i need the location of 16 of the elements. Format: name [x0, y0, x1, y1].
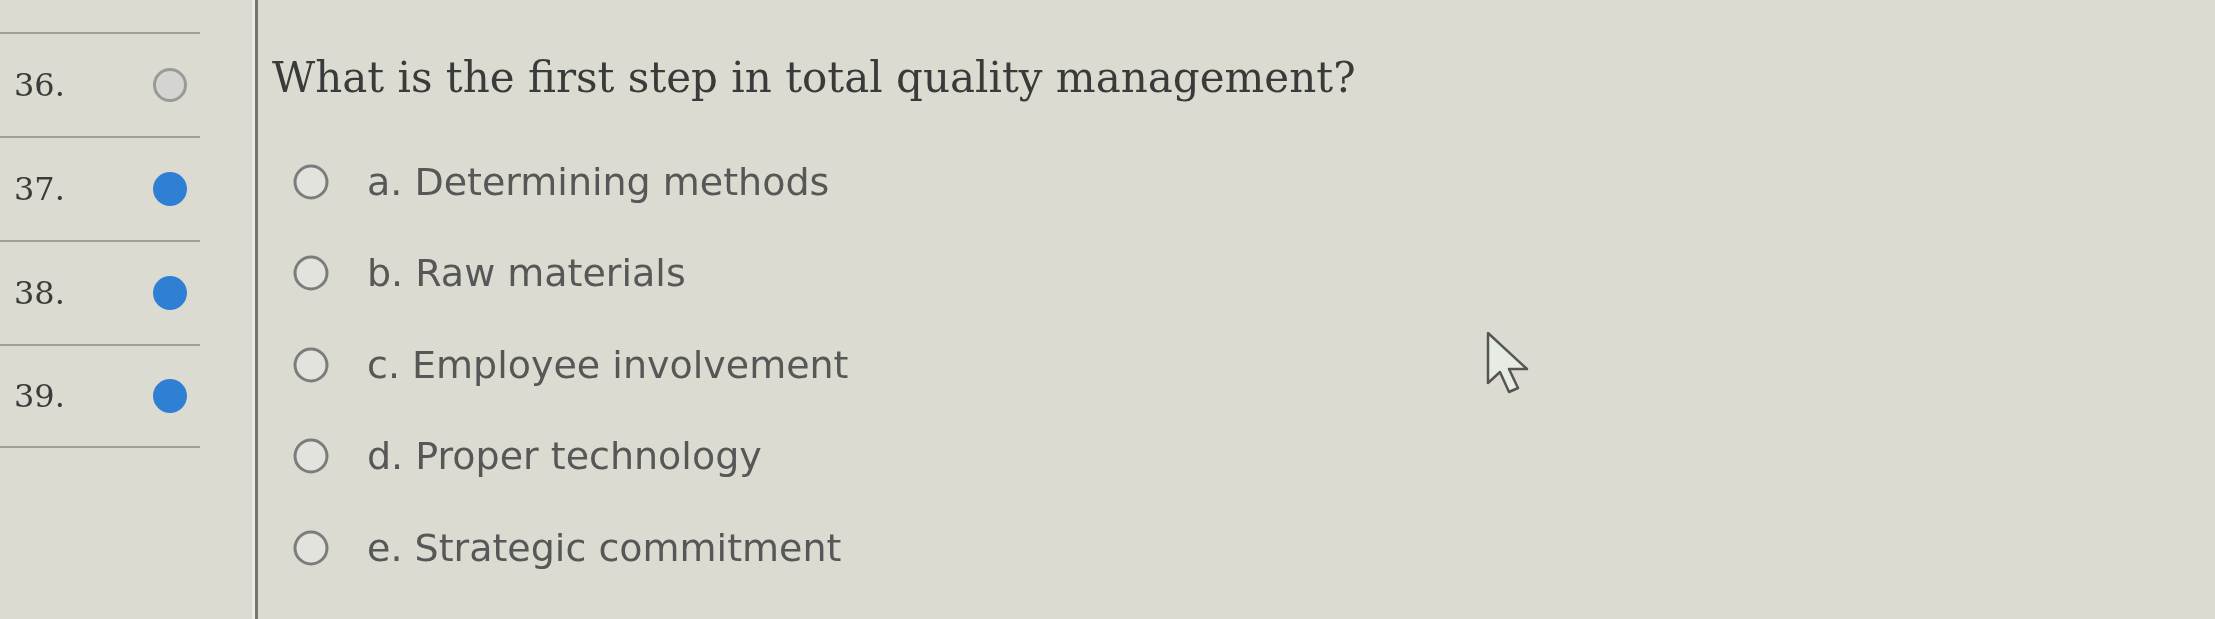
radio-button[interactable] [293, 255, 329, 292]
option-label[interactable]: c. Employee involvement [367, 341, 849, 388]
option-label[interactable]: d. Proper technology [367, 433, 762, 480]
question-text: What is the first step in total quality management? [272, 53, 1356, 103]
option-label[interactable]: b. Raw materials [367, 250, 686, 297]
question-number[interactable]: 36. [0, 65, 65, 105]
radio-button[interactable] [293, 438, 329, 475]
question-number[interactable]: 38. [0, 273, 65, 313]
radio-button[interactable] [293, 163, 329, 200]
option-label[interactable]: a. Determining methods [367, 158, 830, 205]
question-number[interactable]: 39. [0, 376, 65, 416]
radio-button[interactable] [293, 346, 329, 383]
radio-button[interactable] [293, 529, 329, 566]
pointer-icon [1486, 331, 1530, 395]
option-label[interactable]: e. Strategic commitment [367, 524, 842, 571]
question-number[interactable]: 37. [0, 169, 65, 209]
